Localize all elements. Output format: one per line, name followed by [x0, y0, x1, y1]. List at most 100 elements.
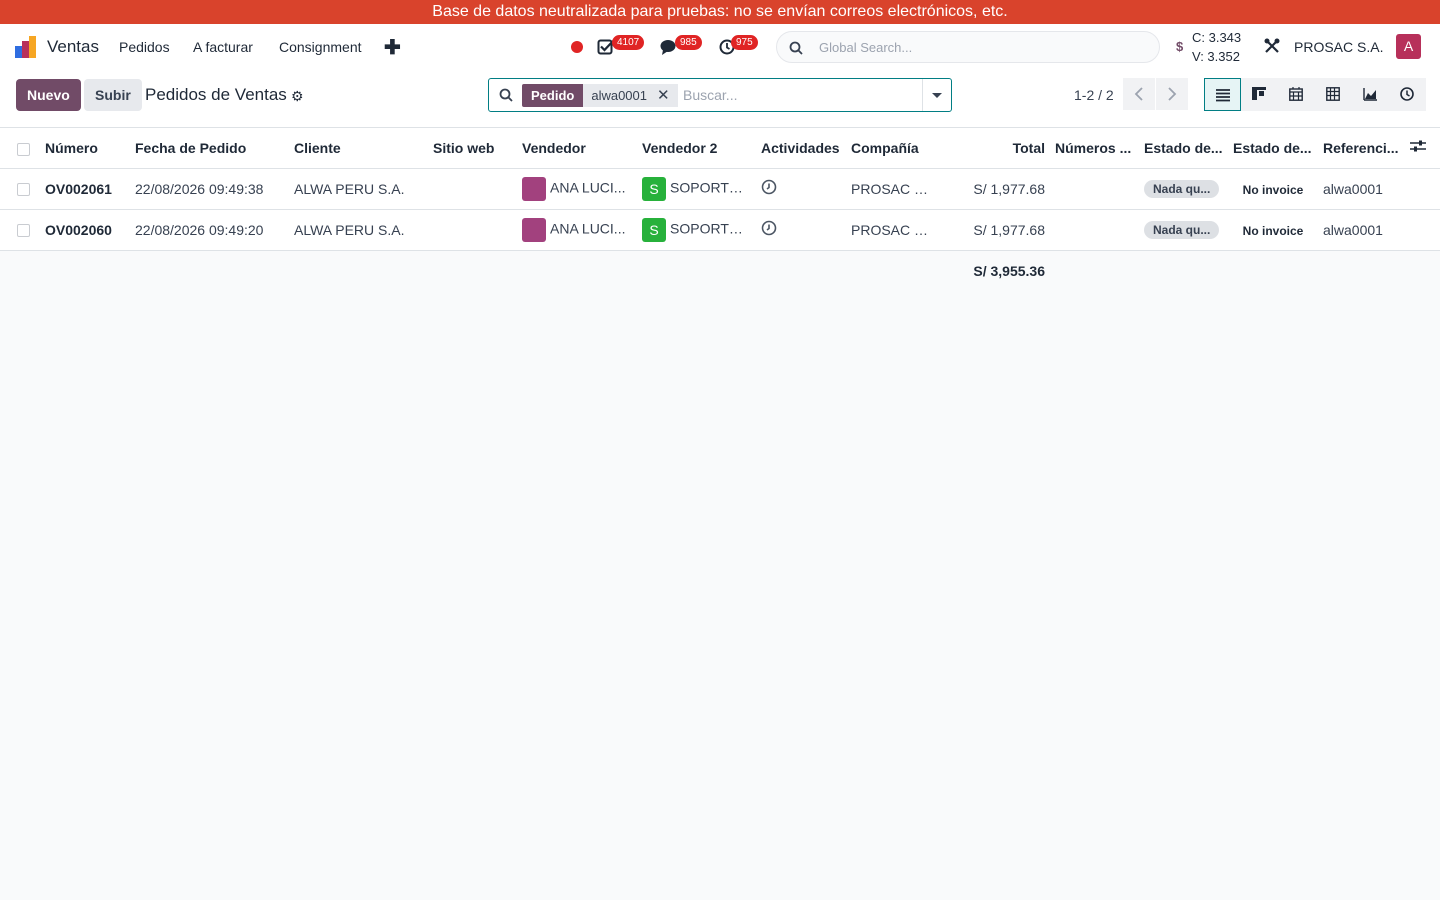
calendar-view-button[interactable]	[1278, 78, 1315, 111]
table-header-row: Número Fecha de Pedido Cliente Sitio web…	[0, 128, 1440, 169]
cell-vendedor[interactable]: ANA LUCI...	[517, 168, 637, 210]
upload-button[interactable]: Subir	[84, 79, 142, 111]
cell-actividades[interactable]	[756, 168, 846, 210]
search-icon	[499, 88, 513, 102]
vendedor-name: ANA LUCI...	[550, 179, 626, 196]
search-options-toggle[interactable]	[922, 79, 951, 111]
activity-view-button[interactable]	[1389, 78, 1426, 111]
invoice-status: No invoice	[1242, 223, 1304, 238]
vendedor2-name: SOPORTE ...	[670, 220, 754, 237]
pivot-view-button[interactable]	[1315, 78, 1352, 111]
column-header[interactable]: Números ...	[1050, 128, 1139, 169]
kanban-icon	[1252, 87, 1266, 100]
test-db-banner: Base de datos neutralizada para pruebas:…	[0, 0, 1440, 24]
column-header[interactable]: Actividades	[756, 128, 846, 169]
select-all-checkbox[interactable]	[17, 142, 30, 156]
optional-columns-toggle[interactable]	[1405, 128, 1440, 169]
row-checkbox[interactable]	[17, 224, 30, 238]
column-header[interactable]: Estado de...	[1228, 128, 1318, 169]
graph-view-button[interactable]	[1352, 78, 1389, 111]
vendedor-name: ANA LUCI...	[550, 220, 626, 237]
column-header[interactable]: Referenci...	[1318, 128, 1405, 169]
area-chart-icon	[1363, 88, 1377, 101]
list-icon	[1216, 89, 1230, 102]
sales-orders-table: Número Fecha de Pedido Cliente Sitio web…	[0, 128, 1440, 291]
rate-compra: C: 3.343	[1192, 30, 1242, 45]
column-header[interactable]: Vendedor	[517, 128, 637, 169]
pager-previous-button[interactable]	[1123, 78, 1155, 110]
sales-app-icon[interactable]	[15, 36, 37, 58]
cell-cliente: ALWA PERU S.A.	[289, 209, 428, 251]
cell-numero: OV002061	[40, 168, 130, 210]
column-header[interactable]: Compañía	[846, 128, 940, 169]
user-avatar[interactable]: A	[1396, 34, 1421, 59]
kanban-view-button[interactable]	[1241, 78, 1278, 111]
cell-estado2: No invoice	[1228, 168, 1318, 210]
cell-estado1: Nada qu...	[1139, 209, 1228, 251]
global-search-input[interactable]: Global Search...	[776, 31, 1160, 63]
cell-sitio	[428, 168, 517, 210]
vendedor2-name: SOPORTE ...	[670, 179, 754, 196]
pager-next-button[interactable]	[1156, 78, 1188, 110]
menu-a-facturar[interactable]: A facturar	[193, 39, 253, 55]
column-header[interactable]: Sitio web	[428, 128, 517, 169]
table-row[interactable]: OV002060 22/08/2026 09:49:20 ALWA PERU S…	[0, 209, 1440, 251]
add-menu-icon[interactable]: ✚	[384, 35, 401, 60]
tools-icon[interactable]	[1264, 38, 1280, 54]
column-header[interactable]: Número	[40, 128, 130, 169]
rate-venta: V: 3.352	[1192, 49, 1240, 64]
avatar	[522, 217, 546, 242]
column-header[interactable]: Fecha de Pedido	[130, 128, 289, 169]
cell-compania: PROSAC S...	[846, 209, 940, 251]
cell-actividades[interactable]	[756, 209, 846, 251]
row-checkbox[interactable]	[17, 183, 30, 197]
facet-value: alwa0001	[583, 84, 655, 107]
company-switcher[interactable]: PROSAC S.A.	[1294, 39, 1383, 55]
cell-vendedor2[interactable]: S SOPORTE ...	[637, 168, 756, 210]
facet-label: Pedido	[522, 84, 584, 107]
grand-total: S/ 3,955.36	[940, 250, 1050, 291]
search-input[interactable]: Buscar...	[683, 87, 737, 103]
search-icon	[789, 41, 803, 55]
calendar-icon	[1289, 87, 1303, 101]
new-button[interactable]: Nuevo	[16, 79, 81, 111]
cell-vendedor2[interactable]: S SOPORTE ...	[637, 209, 756, 251]
list-view-button[interactable]	[1204, 78, 1241, 111]
activities-badge: 4107	[612, 35, 645, 50]
column-header[interactable]: Cliente	[289, 128, 428, 169]
search-facet: Pedido alwa0001 ✕	[522, 84, 678, 107]
clock-icon	[1400, 87, 1414, 101]
clock-icon[interactable]	[761, 220, 777, 236]
global-search-placeholder: Global Search...	[819, 40, 913, 55]
gear-icon[interactable]: ⚙	[291, 88, 304, 105]
clock-icon[interactable]	[761, 179, 777, 195]
pager-value[interactable]: 1-2 / 2	[1074, 87, 1114, 103]
cell-referencia: alwa0001	[1318, 168, 1405, 210]
cell-fecha: 22/08/2026 09:49:38	[130, 168, 289, 210]
cell-vendedor[interactable]: ANA LUCI...	[517, 209, 637, 251]
cell-compania: PROSAC S...	[846, 168, 940, 210]
table-icon	[1326, 87, 1340, 101]
avatar: S	[642, 176, 666, 201]
column-header[interactable]: Estado de...	[1139, 128, 1228, 169]
dollar-icon: $	[1176, 39, 1184, 54]
menu-consignment[interactable]: Consignment	[279, 39, 362, 55]
table-row[interactable]: OV002061 22/08/2026 09:49:38 ALWA PERU S…	[0, 168, 1440, 210]
column-header[interactable]: Total	[940, 128, 1050, 169]
close-icon[interactable]: ✕	[655, 84, 678, 107]
status-badge: Nada qu...	[1144, 220, 1220, 239]
avatar	[522, 176, 546, 201]
top-navbar: Ventas Pedidos A facturar Consignment ✚ …	[0, 24, 1440, 70]
menu-pedidos[interactable]: Pedidos	[119, 39, 170, 55]
cell-numeros	[1050, 168, 1139, 210]
cell-sitio	[428, 209, 517, 251]
search-bar[interactable]: Pedido alwa0001 ✕ Buscar...	[488, 78, 952, 112]
messages-badge: 985	[675, 35, 702, 50]
cell-fecha: 22/08/2026 09:49:20	[130, 209, 289, 251]
record-indicator-icon[interactable]	[571, 41, 583, 53]
app-name[interactable]: Ventas	[47, 37, 99, 57]
column-header[interactable]: Vendedor 2	[637, 128, 756, 169]
totals-row: S/ 3,955.36	[0, 250, 1440, 291]
cell-estado1: Nada qu...	[1139, 168, 1228, 210]
cell-numero: OV002060	[40, 209, 130, 251]
